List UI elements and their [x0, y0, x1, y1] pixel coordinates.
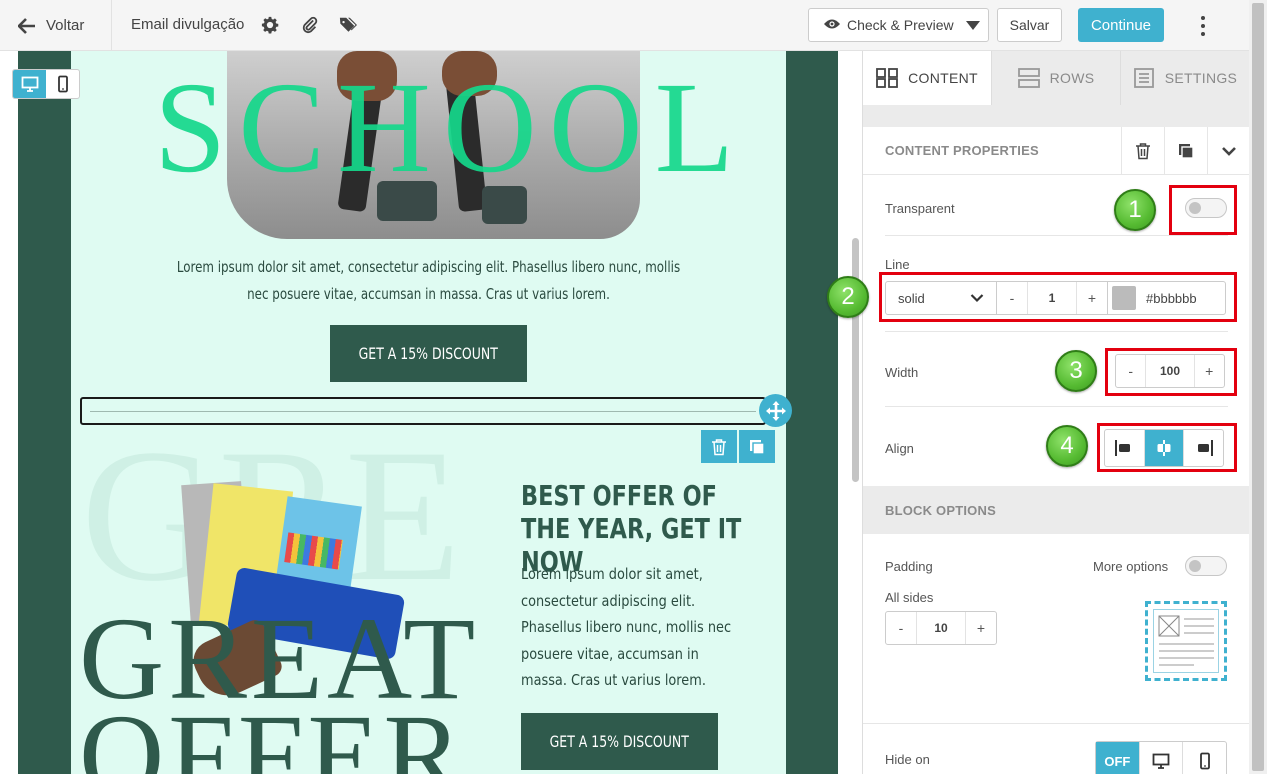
width-decrease[interactable]: -: [1116, 355, 1145, 387]
more-options-label: More options: [1093, 559, 1169, 574]
line-thickness-decrease[interactable]: -: [997, 282, 1027, 314]
trash-icon[interactable]: [701, 430, 737, 463]
chevron-down-icon[interactable]: [1207, 127, 1249, 175]
transparent-toggle[interactable]: [1185, 198, 1227, 218]
duplicate-icon[interactable]: [1164, 127, 1207, 175]
divider-line: [90, 411, 756, 412]
hide-on-group: OFF: [1095, 741, 1227, 774]
line-thickness-value[interactable]: 1: [1027, 282, 1077, 314]
annotation-badge-3: 3: [1055, 350, 1097, 392]
block-options-title: BLOCK OPTIONS: [885, 502, 996, 518]
line-style-select[interactable]: solid: [886, 282, 997, 314]
panel-tabs: CONTENT ROWS SETTINGS: [863, 51, 1249, 105]
block-options-header: BLOCK OPTIONS: [863, 486, 1249, 534]
tab-settings-label: SETTINGS: [1164, 70, 1238, 86]
padding-stepper: - 10 +: [885, 611, 997, 645]
offer-paragraph[interactable]: Lorem ipsum dolor sit amet, consectetur …: [521, 561, 745, 694]
tab-content-label: CONTENT: [908, 70, 978, 86]
tab-rows-label: ROWS: [1049, 70, 1095, 86]
content-properties-title: CONTENT PROPERTIES: [885, 143, 1039, 158]
save-button[interactable]: Salvar: [997, 8, 1062, 42]
align-label: Align: [885, 441, 914, 456]
content-grid-icon: [876, 68, 899, 88]
hide-on-label: Hide on: [885, 752, 930, 767]
check-preview-label: Check & Preview: [847, 17, 954, 33]
tab-rows[interactable]: ROWS: [992, 51, 1121, 105]
more-menu-icon[interactable]: [1194, 16, 1212, 36]
line-label: Line: [885, 257, 910, 272]
width-value[interactable]: 100: [1145, 355, 1195, 387]
padding-value[interactable]: 10: [916, 612, 966, 644]
gear-icon[interactable]: [261, 16, 279, 34]
annotation-badge-4: 4: [1046, 425, 1088, 467]
chevron-down-icon: [970, 294, 984, 303]
top-toolbar: Voltar Email divulgação Check & Preview …: [0, 0, 1249, 51]
tab-settings[interactable]: SETTINGS: [1121, 51, 1249, 105]
hero-paragraph[interactable]: Lorem ipsum dolor sit amet, consectetur …: [167, 254, 691, 308]
device-toggle: [12, 69, 80, 99]
trash-icon[interactable]: [1121, 127, 1164, 175]
settings-doc-icon: [1133, 68, 1154, 88]
check-preview-button[interactable]: Check & Preview: [808, 8, 989, 42]
desktop-view-icon[interactable]: [13, 70, 46, 98]
properties-panel: CONTENT ROWS SETTINGS CONTENT PROPERTIES…: [862, 51, 1249, 774]
arrow-left-icon: [18, 17, 35, 34]
width-increase[interactable]: +: [1195, 355, 1224, 387]
annotation-badge-1: 1: [1114, 189, 1156, 231]
line-style-control: solid - 1 + #bbbbbb: [885, 281, 1226, 315]
great-offer-headline[interactable]: GREAT OFFER: [79, 600, 479, 774]
width-label: Width: [885, 365, 919, 380]
line-style-value: solid: [898, 290, 925, 306]
selected-divider-block[interactable]: [80, 397, 766, 425]
align-center-icon[interactable]: [1144, 430, 1185, 466]
rows-icon: [1017, 68, 1040, 88]
caret-down-icon: [965, 17, 980, 33]
width-stepper: - 100 +: [1115, 354, 1225, 388]
padding-decrease[interactable]: -: [886, 612, 916, 644]
cta-discount-button-bottom[interactable]: GET A 15% DISCOUNT: [521, 713, 718, 770]
eye-icon: [823, 17, 841, 33]
line-color-value: #bbbbbb: [1146, 290, 1197, 306]
back-button-label: Voltar: [46, 17, 85, 34]
align-right-icon[interactable]: [1184, 430, 1223, 466]
mobile-view-icon[interactable]: [46, 70, 79, 98]
align-group: [1104, 429, 1224, 467]
content-actions: [1121, 127, 1249, 175]
back-button[interactable]: Voltar: [0, 0, 112, 51]
great-offer-line-2: OFFER: [79, 689, 467, 774]
canvas-scrollbar[interactable]: [852, 238, 859, 482]
more-options-toggle[interactable]: [1185, 556, 1227, 576]
align-left-icon[interactable]: [1105, 430, 1145, 466]
padding-increase[interactable]: +: [966, 612, 996, 644]
move-icon[interactable]: [759, 394, 792, 427]
line-color-picker[interactable]: #bbbbbb: [1107, 282, 1225, 314]
tab-content[interactable]: CONTENT: [863, 51, 992, 105]
line-color-swatch: [1112, 286, 1136, 310]
desktop-icon[interactable]: [1140, 742, 1184, 774]
tags-icon[interactable]: [339, 16, 357, 34]
padding-label: Padding: [885, 559, 933, 574]
document-title[interactable]: Email divulgação: [131, 16, 244, 33]
all-sides-label: All sides: [885, 590, 934, 605]
cta-label: GET A 15% DISCOUNT: [358, 344, 499, 363]
padding-preview-icon: [1145, 601, 1227, 681]
paperclip-icon[interactable]: [301, 16, 319, 34]
content-properties-header: CONTENT PROPERTIES: [863, 127, 1249, 175]
continue-button[interactable]: Continue: [1078, 8, 1164, 42]
editor-canvas: SCHOOL Lorem ipsum dolor sit amet, conse…: [0, 51, 862, 774]
mobile-icon[interactable]: [1183, 742, 1226, 774]
duplicate-icon[interactable]: [739, 430, 775, 463]
annotation-badge-2: 2: [827, 276, 869, 318]
cta-discount-button-top[interactable]: GET A 15% DISCOUNT: [330, 325, 527, 382]
hide-off-button[interactable]: OFF: [1096, 742, 1140, 774]
line-thickness-increase[interactable]: +: [1077, 282, 1107, 314]
block-actions: [701, 430, 775, 463]
panel-scrollbar[interactable]: [1249, 0, 1267, 774]
transparent-label: Transparent: [885, 201, 955, 216]
hero-headline[interactable]: SCHOOL: [154, 63, 746, 193]
cta-label: GET A 15% DISCOUNT: [549, 732, 690, 751]
